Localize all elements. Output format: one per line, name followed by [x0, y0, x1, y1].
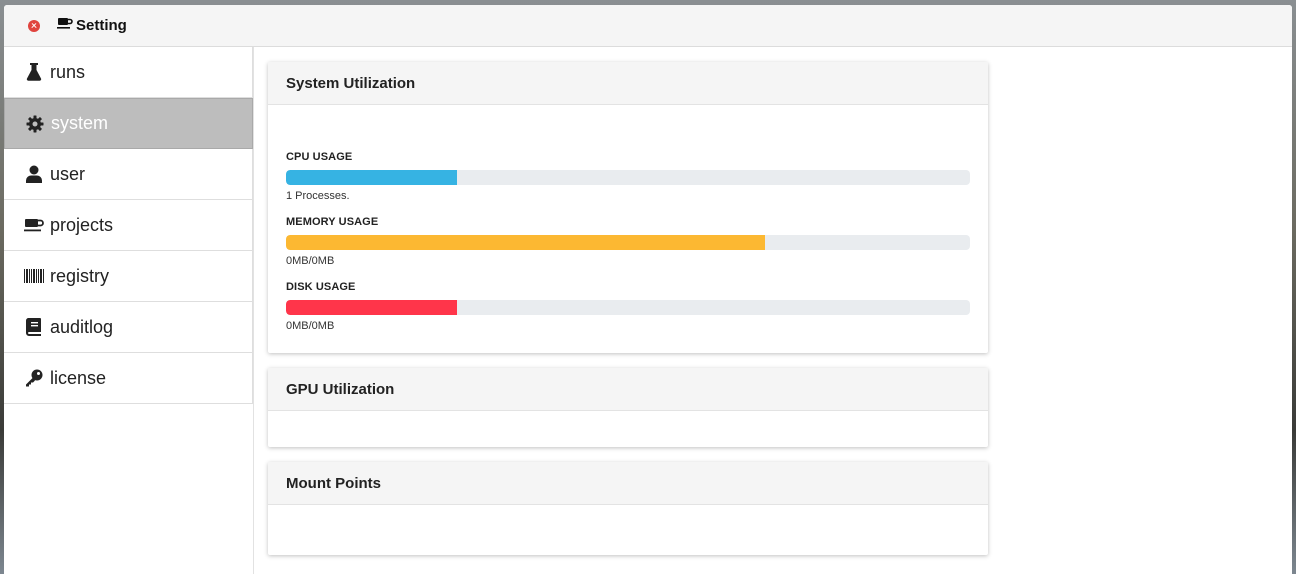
memory-usage-label: MEMORY USAGE [286, 216, 379, 228]
sidebar-item-label: runs [50, 61, 86, 82]
user-icon [24, 164, 44, 184]
sidebar-item-label: registry [50, 265, 110, 286]
sidebar: runs system user projects registry audit… [4, 47, 254, 574]
main-panel: System Utilization CPU USAGE 1 Processes… [268, 62, 988, 570]
sidebar-item-label: projects [50, 214, 114, 235]
card-header: System Utilization [268, 62, 988, 105]
cpu-usage-metric: CPU USAGE 1 Processes. [286, 151, 970, 202]
key-icon [24, 368, 44, 388]
coffee-cup-icon [57, 16, 73, 35]
disk-usage-metric: DISK USAGE 0MB/0MB [286, 281, 970, 332]
sidebar-item-auditlog[interactable]: auditlog [4, 302, 253, 353]
disk-usage-label: DISK USAGE [286, 281, 356, 293]
card-header: GPU Utilization [268, 368, 988, 411]
close-button[interactable] [28, 19, 40, 32]
card-body: CPU USAGE 1 Processes. MEMORY USAGE 0MB/… [268, 105, 988, 353]
gpu-utilization-card: GPU Utilization [268, 368, 988, 447]
system-utilization-card: System Utilization CPU USAGE 1 Processes… [268, 62, 988, 353]
flask-icon [24, 62, 44, 82]
cpu-usage-bar [286, 170, 970, 185]
card-title: System Utilization [286, 74, 416, 92]
window-title-group: Setting [57, 16, 127, 35]
sidebar-item-label: user [50, 163, 86, 184]
sidebar-item-registry[interactable]: registry [4, 251, 253, 302]
title-bar: Setting [4, 5, 1292, 47]
sidebar-item-label: system [51, 113, 109, 133]
memory-usage-bar-fill [286, 235, 765, 250]
sidebar-item-license[interactable]: license [4, 353, 253, 404]
mount-points-card: Mount Points [268, 462, 988, 555]
cpu-usage-bar-fill [286, 170, 457, 185]
sidebar-item-system[interactable]: system [4, 98, 253, 149]
card-title: GPU Utilization [286, 380, 395, 398]
sidebar-item-runs[interactable]: runs [4, 47, 253, 98]
coffee-cup-icon [24, 215, 44, 235]
gear-icon [25, 114, 45, 134]
barcode-icon [24, 266, 44, 286]
card-title: Mount Points [286, 474, 381, 492]
sidebar-item-user[interactable]: user [4, 149, 253, 200]
card-body [268, 505, 988, 555]
memory-usage-detail: 0MB/0MB [286, 255, 335, 267]
sidebar-item-label: auditlog [50, 316, 114, 337]
card-header: Mount Points [268, 462, 988, 505]
sidebar-item-label: license [50, 367, 107, 388]
cpu-usage-detail: 1 Processes. [286, 190, 350, 202]
disk-usage-bar [286, 300, 970, 315]
content-area: runs system user projects registry audit… [4, 47, 1292, 574]
disk-usage-detail: 0MB/0MB [286, 320, 335, 332]
settings-window: Setting runs system user projects regist… [4, 5, 1292, 574]
window-title: Setting [76, 17, 127, 34]
memory-usage-metric: MEMORY USAGE 0MB/0MB [286, 216, 970, 267]
book-icon [24, 317, 44, 337]
sidebar-item-projects[interactable]: projects [4, 200, 253, 251]
card-body [268, 411, 988, 447]
cpu-usage-label: CPU USAGE [286, 151, 353, 163]
memory-usage-bar [286, 235, 970, 250]
disk-usage-bar-fill [286, 300, 457, 315]
